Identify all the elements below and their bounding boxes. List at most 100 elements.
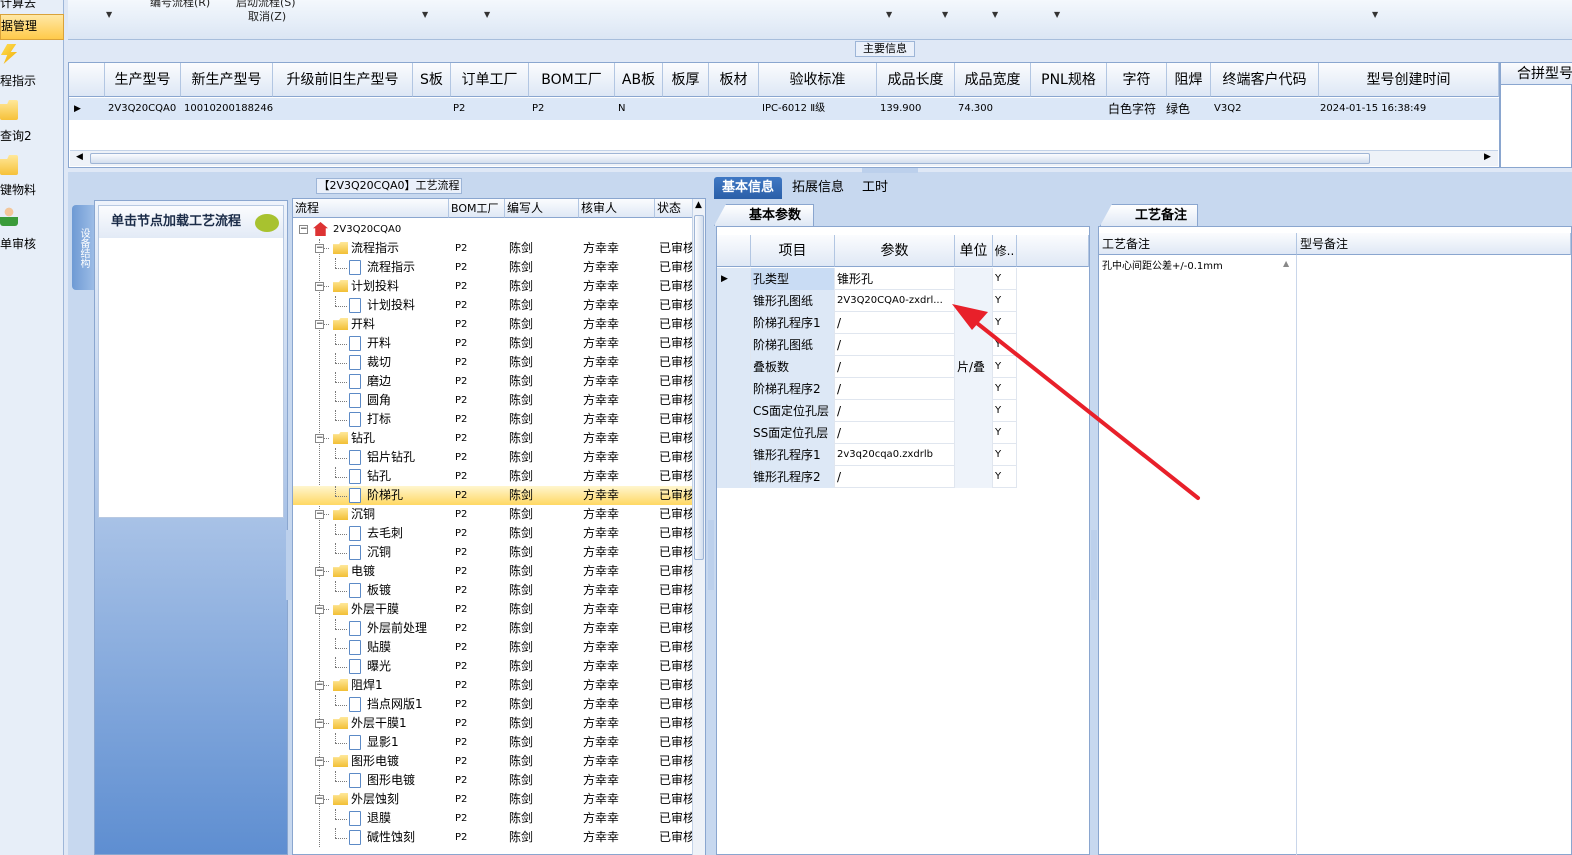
collapse-toggle-icon[interactable]: − <box>315 320 324 329</box>
collapse-toggle-icon[interactable]: − <box>315 681 324 690</box>
tree-row[interactable]: − 电镀 P2 陈剑 方幸幸 已审核 <box>293 562 693 581</box>
param-mod-cell[interactable]: Y <box>993 378 1017 400</box>
tree-row[interactable]: 曝光 P2 陈剑 方幸幸 已审核 <box>293 657 693 676</box>
param-mod-cell[interactable]: Y <box>993 290 1017 312</box>
param-row[interactable]: 阶梯孔程序1/ Y <box>717 312 1017 334</box>
tree-row[interactable]: − 钻孔 P2 陈剑 方幸幸 已审核 <box>293 429 693 448</box>
nav-item-order-review[interactable]: 单审核 <box>0 235 64 252</box>
column-header[interactable]: S板 <box>413 63 451 97</box>
column-header[interactable]: 订单工厂 <box>451 63 529 97</box>
collapse-toggle-icon[interactable]: − <box>315 719 324 728</box>
dropdown-arrow-icon[interactable]: ▼ <box>992 10 998 19</box>
collapse-toggle-icon[interactable]: − <box>315 434 324 443</box>
tree-row[interactable]: 裁切 P2 陈剑 方幸幸 已审核 <box>293 353 693 372</box>
splitter-handle[interactable] <box>862 168 918 173</box>
column-header[interactable]: 板厚 <box>663 63 709 97</box>
param-mod-cell[interactable]: Y <box>993 444 1017 466</box>
dropdown-arrow-icon[interactable]: ▼ <box>1372 10 1378 19</box>
param-unit-cell[interactable]: 片/叠 <box>955 356 993 378</box>
tree-row[interactable]: 退膜 P2 陈剑 方幸幸 已审核 <box>293 809 693 828</box>
param-unit-cell[interactable] <box>955 312 993 334</box>
scroll-left-icon[interactable]: ◀ <box>76 152 83 162</box>
tree-row[interactable]: 打标 P2 陈剑 方幸幸 已审核 <box>293 410 693 429</box>
basic-params-caption[interactable]: 基本参数 <box>714 204 814 226</box>
column-header[interactable]: 成品宽度 <box>955 63 1031 97</box>
table-cell[interactable] <box>273 98 413 120</box>
dropdown-arrow-icon[interactable]: ▼ <box>422 10 428 19</box>
tree-row[interactable]: 开料 P2 陈剑 方幸幸 已审核 <box>293 334 693 353</box>
param-value-cell[interactable]: 2V3Q20CQA0-zxdrl... <box>835 290 955 312</box>
row-indicator[interactable] <box>717 356 751 378</box>
table-cell[interactable] <box>1031 98 1107 120</box>
row-indicator[interactable] <box>717 422 751 444</box>
column-header[interactable]: 新生产型号 <box>181 63 273 97</box>
collapse-toggle-icon[interactable]: − <box>315 244 324 253</box>
tree-row[interactable]: 去毛刺 P2 陈剑 方幸幸 已审核 <box>293 524 693 543</box>
param-mod-cell[interactable]: Y <box>993 422 1017 444</box>
tab-device-structure[interactable]: 设备结构 <box>72 205 94 290</box>
collapse-toggle-icon[interactable]: − <box>315 510 324 519</box>
param-mod-cell[interactable]: Y <box>993 356 1017 378</box>
collapse-toggle-icon[interactable]: − <box>315 757 324 766</box>
param-unit-cell[interactable] <box>955 378 993 400</box>
dropdown-arrow-icon[interactable]: ▼ <box>942 10 948 19</box>
param-row[interactable]: 锥形孔程序1 2v3q20cqa0.zxdrlb Y <box>717 444 1017 466</box>
column-header[interactable]: 板材 <box>709 63 759 97</box>
tree-row[interactable]: 计划投料 P2 陈剑 方幸幸 已审核 <box>293 296 693 315</box>
tree-row[interactable]: − 外层干膜 P2 陈剑 方幸幸 已审核 <box>293 600 693 619</box>
nav-item-data-manage[interactable]: 据管理 <box>0 14 64 40</box>
row-indicator[interactable] <box>717 444 751 466</box>
tree-row[interactable]: 碱性蚀刻 P2 陈剑 方幸幸 已审核 <box>293 828 693 847</box>
table-cell[interactable]: P2 <box>529 98 615 120</box>
param-unit-cell[interactable] <box>955 422 993 444</box>
nav-item-calc[interactable]: 计算去 <box>0 0 64 11</box>
tree-row[interactable]: 挡点网版1 P2 陈剑 方幸幸 已审核 <box>293 695 693 714</box>
tree-row[interactable]: 沉铜 P2 陈剑 方幸幸 已审核 <box>293 543 693 562</box>
tree-row[interactable]: 板镀 P2 陈剑 方幸幸 已审核 <box>293 581 693 600</box>
param-value-cell[interactable]: / <box>835 422 955 444</box>
tree-row[interactable]: − 外层蚀刻 P2 陈剑 方幸幸 已审核 <box>293 790 693 809</box>
tree-row[interactable]: − 计划投料 P2 陈剑 方幸幸 已审核 <box>293 277 693 296</box>
param-value-cell[interactable]: / <box>835 466 955 488</box>
param-unit-cell[interactable] <box>955 290 993 312</box>
dropdown-arrow-icon[interactable]: ▼ <box>1054 10 1060 19</box>
dropdown-arrow-icon[interactable]: ▼ <box>886 10 892 19</box>
row-indicator[interactable]: ▶ <box>717 268 751 290</box>
param-unit-cell[interactable] <box>955 268 993 290</box>
param-row[interactable]: SS面定位孔层 / Y <box>717 422 1017 444</box>
table-cell[interactable]: 139.900 <box>877 98 955 120</box>
param-row[interactable]: 阶梯孔程序2/ Y <box>717 378 1017 400</box>
table-cell[interactable] <box>663 98 709 120</box>
param-name-cell[interactable]: 阶梯孔图纸 <box>751 334 835 356</box>
scrollbar-thumb[interactable] <box>90 153 1370 164</box>
collapse-toggle-icon[interactable]: − <box>315 795 324 804</box>
row-indicator[interactable] <box>717 400 751 422</box>
column-header[interactable]: 工艺备注 <box>1099 233 1297 255</box>
column-header[interactable]: PNL规格 <box>1031 63 1107 97</box>
table-cell[interactable]: IPC-6012 Ⅱ级 <box>759 98 877 120</box>
param-name-cell[interactable]: 锥形孔图纸 <box>751 290 835 312</box>
row-indicator[interactable] <box>717 312 751 334</box>
param-unit-cell[interactable] <box>955 334 993 356</box>
param-name-cell[interactable]: 阶梯孔程序1 <box>751 312 835 334</box>
nav-item-key-material[interactable]: 键物料 <box>0 181 64 198</box>
splitter-handle[interactable] <box>708 520 714 590</box>
param-mod-cell[interactable]: Y <box>993 268 1017 290</box>
param-name-cell[interactable]: 阶梯孔程序2 <box>751 378 835 400</box>
table-cell[interactable]: 74.300 <box>955 98 1031 120</box>
vertical-scrollbar[interactable]: ▲ <box>692 199 705 855</box>
param-mod-cell[interactable]: Y <box>993 466 1017 488</box>
param-value-cell[interactable]: / <box>835 312 955 334</box>
tab-basic-info[interactable]: 基本信息 <box>714 177 783 199</box>
param-value-cell[interactable]: / <box>835 334 955 356</box>
tree-row[interactable]: − 外层干膜1 P2 陈剑 方幸幸 已审核 <box>293 714 693 733</box>
tree-row[interactable]: − 流程指示 P2 陈剑 方幸幸 已审核 <box>293 239 693 258</box>
tree-row[interactable]: 外层前处理 P2 陈剑 方幸幸 已审核 <box>293 619 693 638</box>
column-header[interactable]: 生产型号 <box>105 63 181 97</box>
param-name-cell[interactable]: CS面定位孔层 <box>751 400 835 422</box>
tree-row[interactable]: 圆角 P2 陈剑 方幸幸 已审核 <box>293 391 693 410</box>
param-unit-cell[interactable] <box>955 466 993 488</box>
param-name-cell[interactable]: 锥形孔程序1 <box>751 444 835 466</box>
table-cell[interactable] <box>413 98 451 120</box>
column-header[interactable]: 成品长度 <box>877 63 955 97</box>
